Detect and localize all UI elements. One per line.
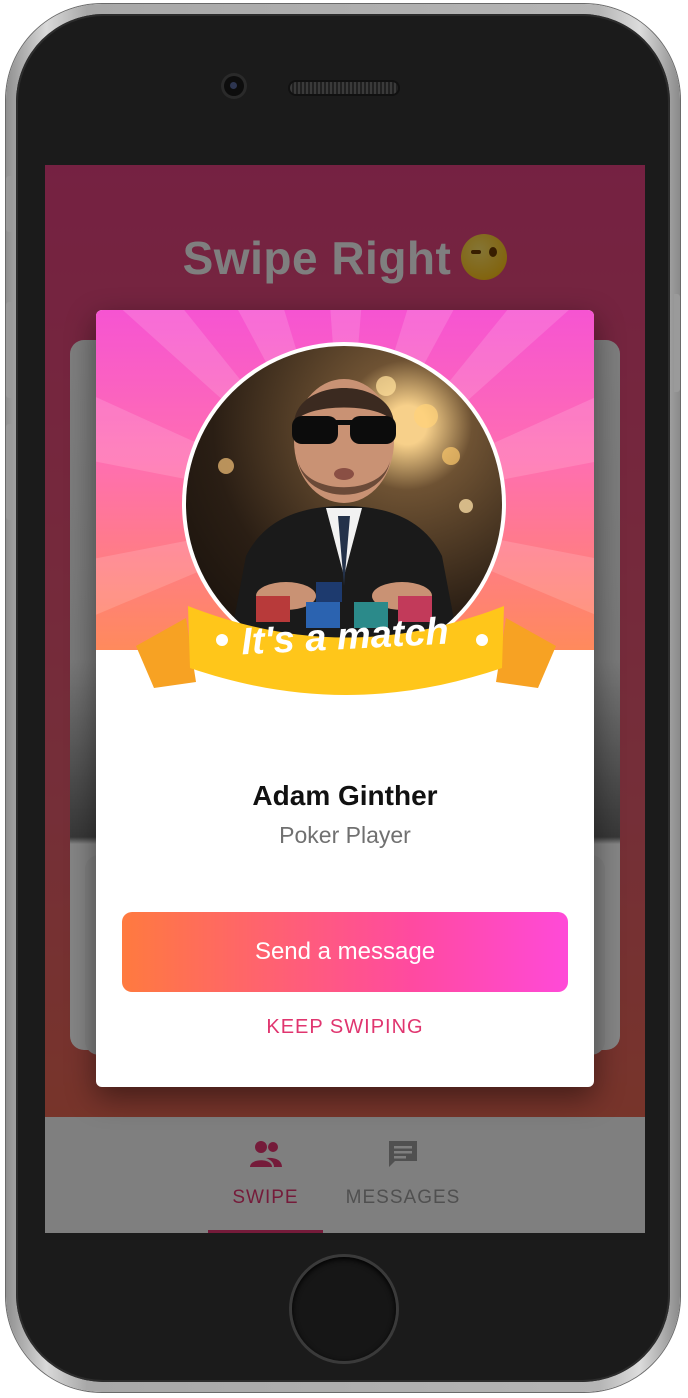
app-screen: Swipe Right SWIPE MESSAGES It's a match … [45, 165, 645, 1233]
match-role: Poker Player [279, 822, 411, 848]
front-camera [224, 76, 244, 96]
match-modal: It's a match Adam Ginther Poker Player S… [96, 310, 594, 1087]
send-message-button[interactable]: Send a message [122, 912, 568, 992]
match-name: Adam Ginther [252, 780, 438, 811]
earpiece-speaker [290, 82, 398, 94]
power-button [674, 294, 680, 392]
volume-down-button [6, 424, 12, 520]
mute-switch [6, 176, 12, 232]
home-button[interactable] [292, 1257, 396, 1361]
keep-swiping-button[interactable]: KEEP SWIPING [96, 1016, 594, 1039]
volume-up-button [6, 302, 12, 398]
